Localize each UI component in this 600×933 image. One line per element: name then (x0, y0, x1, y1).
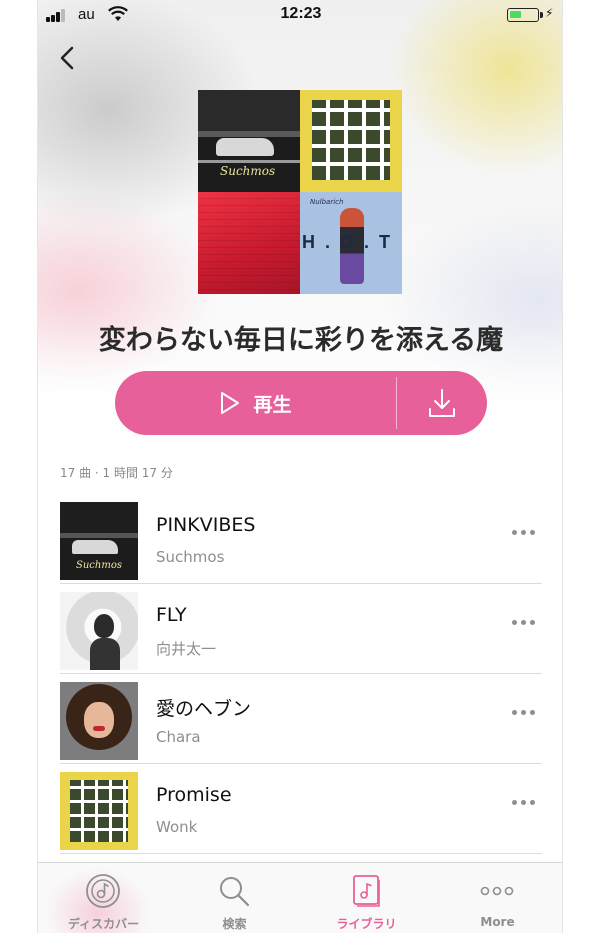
artwork-tile-wonk (300, 90, 402, 192)
more-options-icon[interactable] (512, 710, 538, 718)
charging-icon: ⚡ (545, 6, 554, 20)
tab-search[interactable]: 検索 (169, 863, 300, 933)
play-icon (221, 392, 240, 414)
more-options-icon[interactable] (512, 530, 538, 538)
search-icon (220, 877, 250, 907)
battery-icon (507, 8, 543, 22)
tab-more[interactable]: More (432, 863, 562, 933)
clock: 12:23 (280, 5, 322, 22)
track-artist: Chara (156, 728, 201, 746)
track-title: 愛のヘブン (156, 698, 252, 720)
track-row[interactable]: Promise Wonk (60, 764, 542, 854)
track-artist: 向井太一 (156, 640, 217, 658)
playlist-title: 変わらない毎日に彩りを添える魔 (98, 325, 504, 356)
play-button[interactable]: 再生 (115, 371, 396, 435)
track-artwork (60, 592, 138, 670)
track-title: FLY (156, 604, 187, 626)
tab-label: ディスカバー (67, 917, 140, 931)
artwork-tile-red (198, 192, 300, 294)
tab-library[interactable]: ライブラリ (301, 863, 432, 933)
track-artwork (60, 772, 138, 850)
discover-icon (86, 874, 120, 908)
tab-label: More (480, 915, 515, 929)
track-row[interactable]: Suchmos PINKVIBES Suchmos (60, 494, 542, 584)
play-label: 再生 (253, 393, 292, 416)
track-artwork (60, 682, 138, 760)
tab-label: 検索 (222, 917, 247, 931)
chevron-left-icon[interactable] (56, 44, 80, 72)
play-controls: 再生 (115, 371, 487, 435)
artwork-tile-suchmos: Suchmos (198, 90, 300, 192)
library-icon (353, 875, 380, 907)
tab-bar: ディスカバー 検索 ライブラリ More (38, 862, 562, 933)
playlist-meta: 17 曲 · 1 時間 17 分 (60, 466, 173, 480)
app-screen: au 12:23 ⚡ Suchmos H.O.T Nulbarich 変わらない毎… (37, 0, 563, 933)
download-button[interactable] (397, 371, 487, 435)
artwork-tile-hot: H.O.T Nulbarich (300, 192, 402, 294)
tab-label: ライブラリ (336, 917, 397, 931)
track-artwork: Suchmos (60, 502, 138, 580)
more-icon (480, 886, 514, 896)
more-options-icon[interactable] (512, 800, 538, 808)
download-icon (429, 389, 455, 417)
more-options-icon[interactable] (512, 620, 538, 628)
track-row[interactable]: 愛のヘブン Chara (60, 674, 542, 764)
playlist-artwork: Suchmos H.O.T Nulbarich (198, 90, 402, 294)
track-row[interactable]: FLY 向井太一 (60, 584, 542, 674)
track-artist: Suchmos (156, 548, 225, 566)
status-bar: au 12:23 ⚡ (38, 0, 562, 30)
track-title: PINKVIBES (156, 514, 256, 536)
track-title: Promise (156, 784, 232, 806)
tab-discover[interactable]: ディスカバー (38, 863, 169, 933)
track-artist: Wonk (156, 818, 198, 836)
